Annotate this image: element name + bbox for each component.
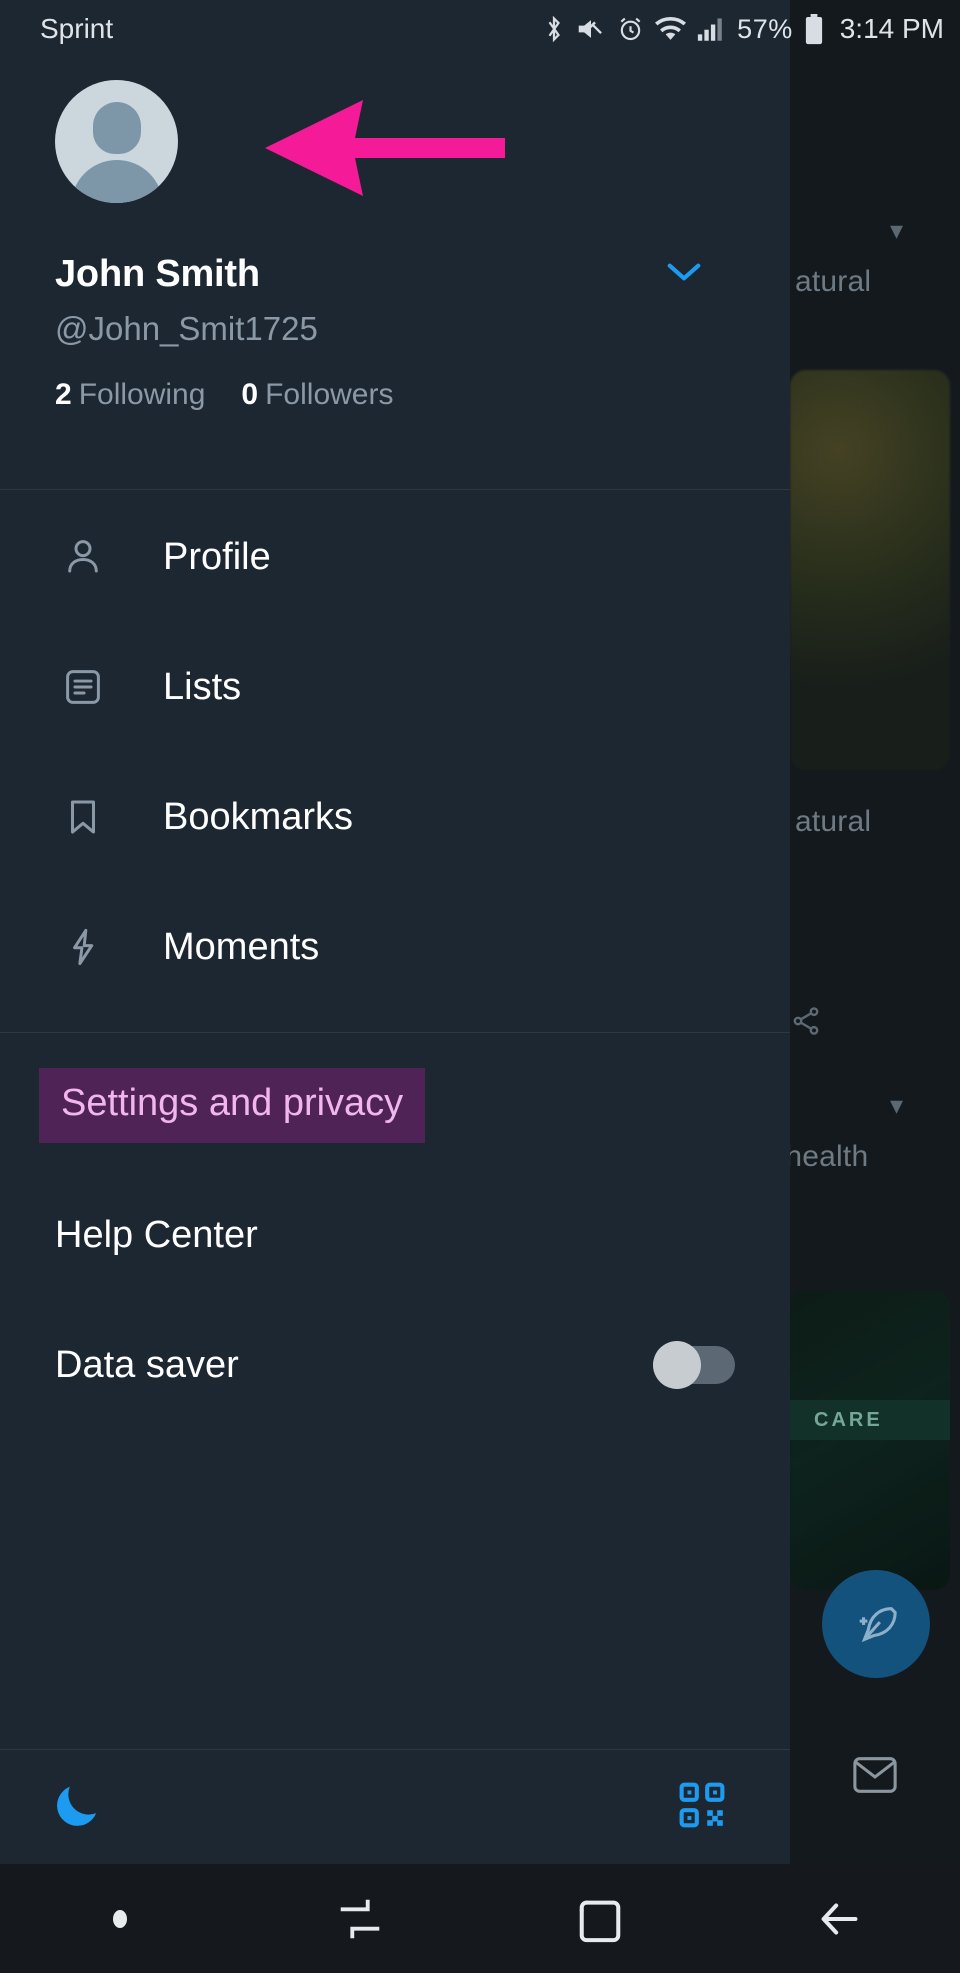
toggle-knob bbox=[653, 1341, 701, 1389]
nav-back-button[interactable] bbox=[720, 1892, 960, 1946]
background-chevron-down-icon: ▾ bbox=[890, 215, 904, 245]
back-arrow-icon bbox=[821, 1902, 858, 1935]
background-chevron-down-icon-2: ▾ bbox=[890, 1090, 904, 1120]
nav-home-button[interactable] bbox=[480, 1894, 720, 1944]
android-nav-bar bbox=[0, 1864, 960, 1973]
background-topic-2: atural bbox=[795, 805, 872, 838]
nav-recents-button[interactable] bbox=[240, 1892, 480, 1946]
nav-dot-indicator[interactable] bbox=[0, 1909, 240, 1928]
following-count: 2 bbox=[55, 378, 72, 411]
menu-item-label: Bookmarks bbox=[163, 795, 354, 838]
drawer-footer bbox=[0, 1749, 790, 1864]
carrier-label: Sprint bbox=[40, 13, 114, 44]
account-drawer: John Smith @John_Smit1725 2 Following 0 Fo… bbox=[0, 0, 790, 1864]
avatar[interactable] bbox=[55, 80, 178, 203]
status-icons: 57% 3:14 PM bbox=[543, 13, 944, 45]
followers-count: 0 bbox=[241, 378, 259, 411]
menu-item-label: Moments bbox=[163, 925, 320, 968]
person-icon bbox=[55, 536, 111, 578]
moon-icon[interactable] bbox=[50, 1778, 104, 1837]
following-stat[interactable]: 2 Following bbox=[55, 378, 205, 412]
bookmark-icon bbox=[55, 796, 111, 838]
annotation-arrow bbox=[265, 96, 505, 206]
wifi-icon bbox=[655, 17, 687, 40]
menu-item-label: Lists bbox=[163, 665, 242, 708]
menu-item-moments[interactable]: Moments bbox=[0, 882, 790, 1012]
background-topic-1: atural bbox=[795, 265, 872, 298]
battery-icon bbox=[805, 13, 822, 44]
menu-item-profile[interactable]: Profile bbox=[0, 492, 790, 622]
mute-icon bbox=[578, 20, 603, 38]
background-care-badge: CARE bbox=[790, 1400, 950, 1440]
cellular-signal-icon bbox=[698, 18, 722, 41]
dot-indicator-icon bbox=[113, 1909, 127, 1928]
account-name-row[interactable]: John Smith bbox=[55, 253, 735, 296]
account-stats: 2 Following 0 Followers bbox=[55, 378, 393, 412]
feather-compose-icon bbox=[859, 1607, 897, 1643]
avatar-body bbox=[70, 160, 163, 203]
followers-stat[interactable]: 0 Followers bbox=[241, 378, 393, 412]
phone-screen: ▾ atural atural ▾ l health CARE John Smi… bbox=[0, 0, 960, 1973]
background-photo-card-2 bbox=[790, 1290, 950, 1590]
following-label: Following bbox=[78, 378, 206, 411]
background-photo-card-1 bbox=[790, 370, 950, 770]
messages-button[interactable] bbox=[852, 1755, 898, 1800]
alarm-icon bbox=[620, 17, 641, 41]
account-full-name: John Smith bbox=[55, 253, 260, 295]
drawer-profile-header: John Smith @John_Smit1725 2 Following 0 Fo… bbox=[0, 58, 790, 411]
home-square-icon bbox=[579, 1900, 621, 1942]
data-saver-toggle[interactable] bbox=[653, 1341, 735, 1389]
menu-item-label: Help Center bbox=[55, 1213, 258, 1256]
menu-item-lists[interactable]: Lists bbox=[0, 622, 790, 752]
menu-item-data-saver[interactable]: Data saver bbox=[0, 1300, 790, 1430]
divider-middle bbox=[0, 1032, 790, 1033]
menu-item-label: Data saver bbox=[55, 1343, 239, 1386]
account-handle: @John_Smit1725 bbox=[55, 310, 318, 347]
primary-menu: Profile Lists Bookmarks Moments bbox=[0, 492, 790, 1012]
menu-item-bookmarks[interactable]: Bookmarks bbox=[0, 752, 790, 882]
recents-switch-icon bbox=[340, 1899, 380, 1938]
qr-code-icon[interactable] bbox=[676, 1779, 728, 1836]
menu-item-label: Settings and privacy bbox=[39, 1067, 426, 1143]
divider-top bbox=[0, 489, 790, 490]
followers-label: Followers bbox=[265, 378, 394, 411]
menu-item-help-center[interactable]: Help Center bbox=[0, 1170, 790, 1300]
lightning-bolt-icon bbox=[55, 926, 111, 968]
secondary-menu: Settings and privacy Help Center Data sa… bbox=[0, 1040, 790, 1430]
bluetooth-icon bbox=[548, 15, 561, 43]
menu-item-label: Profile bbox=[163, 535, 271, 578]
share-icon bbox=[790, 1005, 822, 1044]
compose-tweet-button[interactable] bbox=[822, 1570, 930, 1678]
avatar-head bbox=[92, 102, 141, 154]
list-icon bbox=[55, 666, 111, 708]
chevron-down-icon[interactable] bbox=[665, 259, 703, 290]
clock-time: 3:14 PM bbox=[839, 13, 944, 44]
envelope-icon bbox=[853, 1757, 897, 1793]
status-bar: Sprint 57% 3:14 PM bbox=[0, 0, 960, 58]
menu-item-settings-and-privacy[interactable]: Settings and privacy bbox=[0, 1040, 790, 1170]
battery-percent: 57% bbox=[737, 13, 793, 44]
